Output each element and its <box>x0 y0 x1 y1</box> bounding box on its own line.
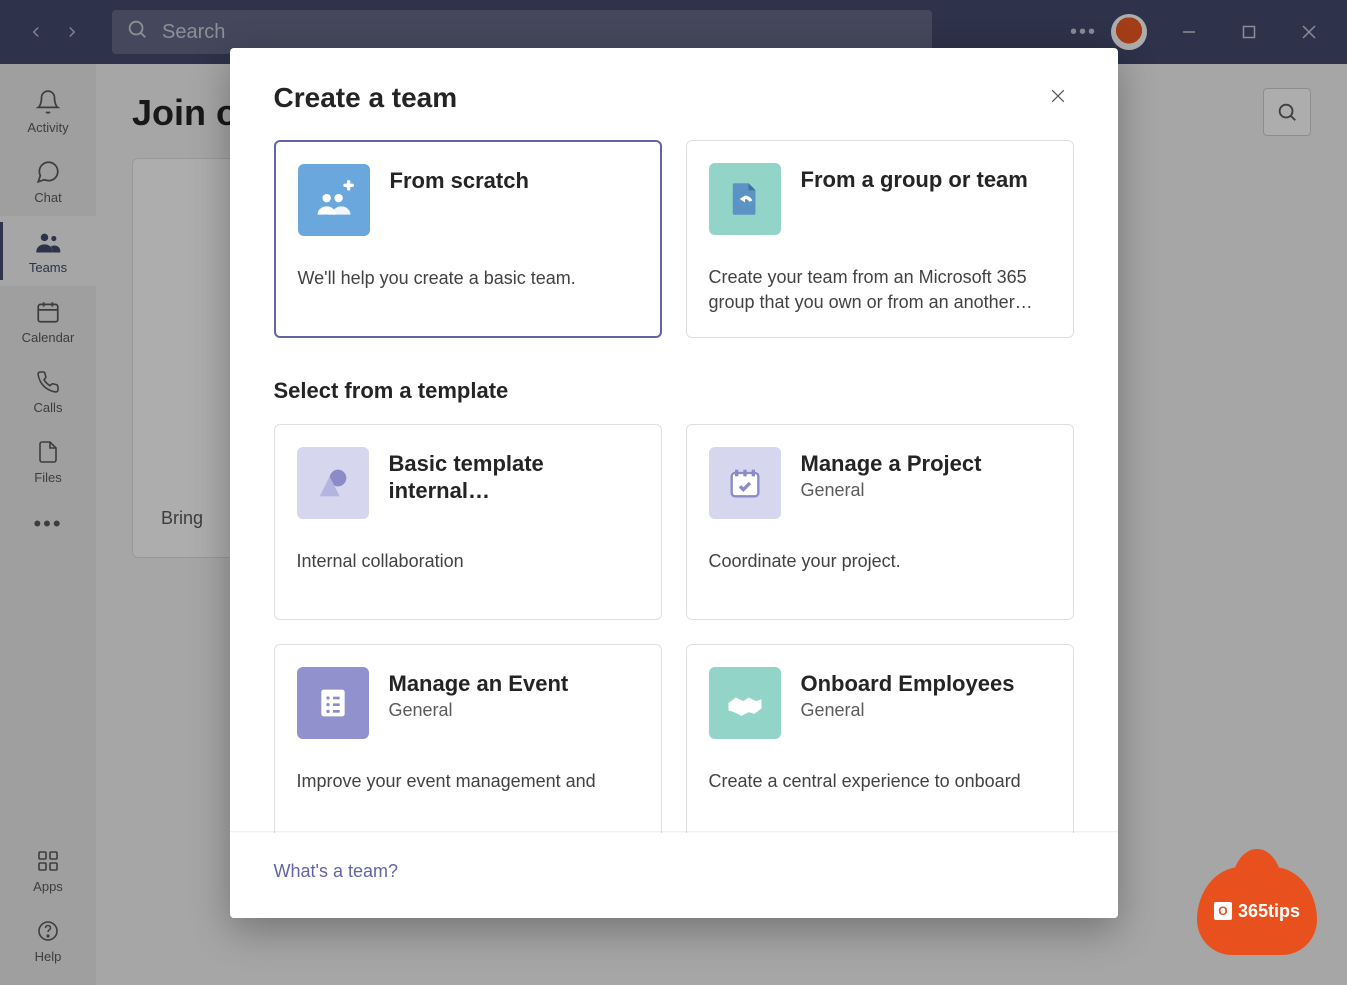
close-icon <box>1048 86 1068 111</box>
card-title: From scratch <box>390 168 529 194</box>
brand-badge: O 365tips <box>1197 867 1317 955</box>
card-title: Manage an Event <box>389 671 569 697</box>
brand-text: 365tips <box>1238 901 1300 922</box>
calendar-check-icon <box>709 447 781 519</box>
people-plus-icon <box>298 164 370 236</box>
create-team-dialog: Create a team From scratch We'll help yo… <box>230 48 1118 918</box>
shapes-icon <box>297 447 369 519</box>
template-manage-event[interactable]: Manage an Event General Improve your eve… <box>274 644 662 833</box>
close-button[interactable] <box>1042 82 1074 114</box>
card-desc: Internal collaboration <box>297 549 639 574</box>
card-category: General <box>801 480 982 501</box>
card-title: Onboard Employees <box>801 671 1015 697</box>
option-from-group[interactable]: From a group or team Create your team fr… <box>686 140 1074 338</box>
card-title: Manage a Project <box>801 451 982 477</box>
option-from-scratch[interactable]: From scratch We'll help you create a bas… <box>274 140 662 338</box>
card-desc: Coordinate your project. <box>709 549 1051 574</box>
template-onboard-employees[interactable]: Onboard Employees General Create a centr… <box>686 644 1074 833</box>
template-manage-project[interactable]: Manage a Project General Coordinate your… <box>686 424 1074 620</box>
card-desc: Improve your event management and <box>297 769 639 794</box>
card-title: From a group or team <box>801 167 1028 193</box>
card-category: General <box>801 700 1015 721</box>
handshake-icon <box>709 667 781 739</box>
template-basic-internal[interactable]: Basic template internal… Internal collab… <box>274 424 662 620</box>
checklist-icon <box>297 667 369 739</box>
dialog-title: Create a team <box>274 82 458 114</box>
card-desc: Create a central experience to onboard <box>709 769 1051 794</box>
card-category: General <box>389 700 569 721</box>
card-desc: Create your team from an Microsoft 365 g… <box>709 265 1051 315</box>
templates-heading: Select from a template <box>274 378 1074 404</box>
card-title: Basic template internal… <box>389 451 639 504</box>
card-desc: We'll help you create a basic team. <box>298 266 638 291</box>
import-icon <box>709 163 781 235</box>
office-icon: O <box>1214 902 1232 920</box>
whats-a-team-link[interactable]: What's a team? <box>274 861 399 881</box>
